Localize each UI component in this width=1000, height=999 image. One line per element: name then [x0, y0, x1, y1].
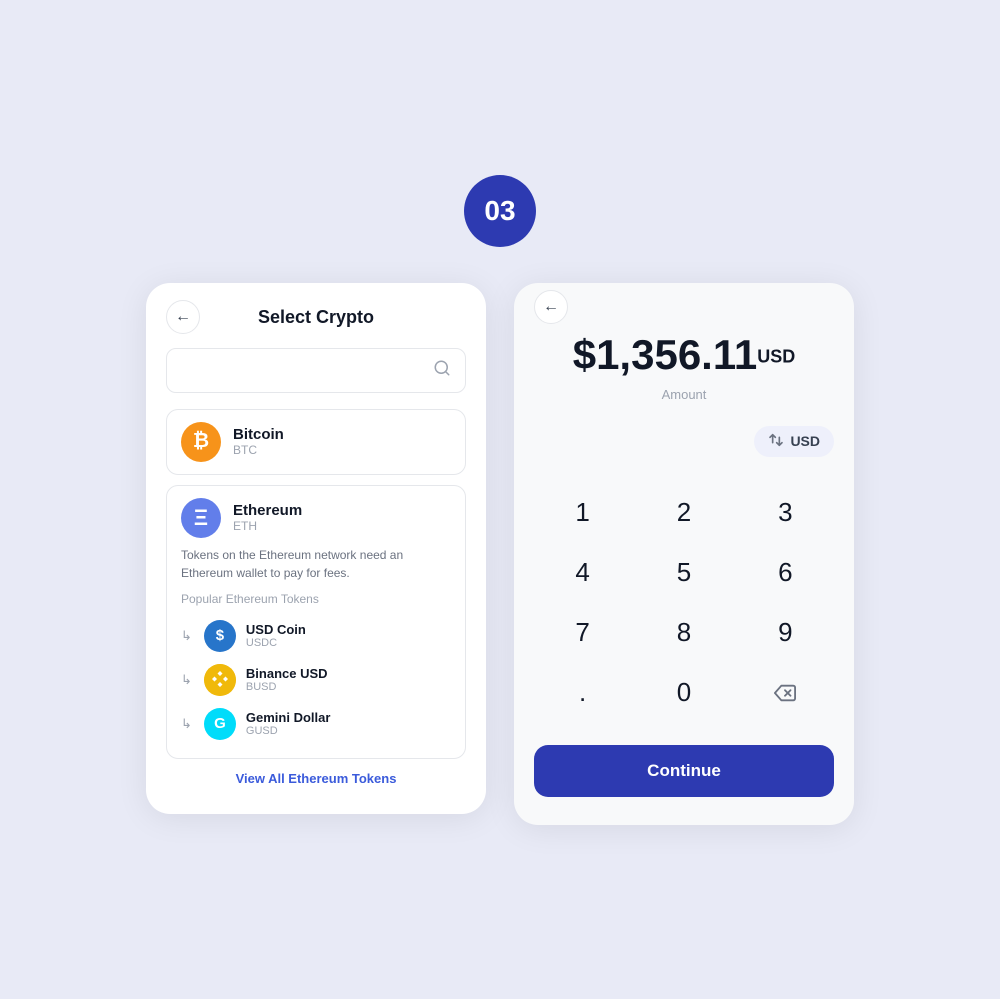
- continue-button[interactable]: Continue: [534, 745, 834, 797]
- numpad-0[interactable]: 0: [635, 665, 732, 721]
- ethereum-main-row: Ethereum ETH: [181, 498, 451, 538]
- gusd-arrow-icon: ↳: [181, 716, 192, 732]
- usdc-name: USD Coin: [246, 622, 306, 637]
- busd-info: Binance USD BUSD: [246, 666, 328, 693]
- amount-display: $1,356.11USD: [534, 331, 834, 379]
- btc-symbol-icon: [193, 430, 209, 453]
- usdc-arrow-icon: ↳: [181, 628, 192, 644]
- ethereum-icon: [181, 498, 221, 538]
- gusd-name: Gemini Dollar: [246, 710, 331, 725]
- search-icon: [433, 359, 451, 382]
- screens-container: ← Select Crypto Bitcoin BTC: [146, 283, 854, 825]
- busd-icon: [204, 664, 236, 696]
- usdc-icon: [204, 620, 236, 652]
- bitcoin-icon: [181, 422, 221, 462]
- numpad-dot[interactable]: .: [534, 665, 631, 721]
- gusd-ticker: GUSD: [246, 725, 331, 737]
- amount-currency-superscript: USD: [757, 346, 795, 366]
- select-crypto-screen: ← Select Crypto Bitcoin BTC: [146, 283, 486, 814]
- bitcoin-info: Bitcoin BTC: [233, 426, 284, 457]
- search-container: [166, 348, 466, 393]
- usdc-ticker: USDC: [246, 637, 306, 649]
- step-badge: 03: [464, 175, 536, 247]
- swap-icon: [768, 432, 784, 451]
- currency-toggle-button[interactable]: USD: [754, 426, 834, 457]
- left-back-button[interactable]: ←: [166, 300, 200, 334]
- numpad-1[interactable]: 1: [534, 485, 631, 541]
- busd-item[interactable]: ↳ Binance USD BUSD: [181, 658, 451, 702]
- right-back-button[interactable]: ←: [534, 290, 568, 324]
- usdc-info: USD Coin USDC: [246, 622, 306, 649]
- search-input[interactable]: [181, 362, 433, 379]
- numpad: 1 2 3 4 5 6 7 8 9 . 0: [534, 485, 834, 721]
- bitcoin-ticker: BTC: [233, 443, 284, 457]
- numpad-7[interactable]: 7: [534, 605, 631, 661]
- busd-name: Binance USD: [246, 666, 328, 681]
- popular-tokens-label: Popular Ethereum Tokens: [181, 592, 451, 606]
- busd-ticker: BUSD: [246, 681, 328, 693]
- numpad-2[interactable]: 2: [635, 485, 732, 541]
- usdc-item[interactable]: ↳ USD Coin USDC: [181, 614, 451, 658]
- bitcoin-item[interactable]: Bitcoin BTC: [166, 409, 466, 475]
- eth-symbol-icon: [194, 505, 208, 531]
- amount-value: $1,356.11: [573, 331, 758, 378]
- currency-badge-label: USD: [790, 433, 820, 449]
- numpad-backspace-button[interactable]: [737, 665, 834, 721]
- ethereum-description: Tokens on the Ethereum network need an E…: [181, 546, 451, 582]
- ethereum-name: Ethereum: [233, 502, 302, 519]
- gusd-symbol: [214, 715, 226, 732]
- left-screen-header: ← Select Crypto: [166, 307, 466, 328]
- left-back-arrow: ←: [175, 308, 191, 326]
- numpad-3[interactable]: 3: [737, 485, 834, 541]
- gusd-info: Gemini Dollar GUSD: [246, 710, 331, 737]
- ethereum-section: Ethereum ETH Tokens on the Ethereum netw…: [166, 485, 466, 759]
- ethereum-ticker: ETH: [233, 519, 302, 533]
- numpad-6[interactable]: 6: [737, 545, 834, 601]
- numpad-9[interactable]: 9: [737, 605, 834, 661]
- usdc-symbol: [216, 627, 224, 644]
- numpad-4[interactable]: 4: [534, 545, 631, 601]
- numpad-8[interactable]: 8: [635, 605, 732, 661]
- amount-label: Amount: [534, 387, 834, 402]
- ethereum-info: Ethereum ETH: [233, 502, 302, 533]
- numpad-5[interactable]: 5: [635, 545, 732, 601]
- currency-toggle-area: USD: [534, 426, 834, 457]
- bitcoin-name: Bitcoin: [233, 426, 284, 443]
- left-screen-title: Select Crypto: [258, 307, 374, 328]
- gusd-icon: [204, 708, 236, 740]
- busd-arrow-icon: ↳: [181, 672, 192, 688]
- gusd-item[interactable]: ↳ Gemini Dollar GUSD: [181, 702, 451, 746]
- amount-screen: ← $1,356.11USD Amount USD 1 2 3 4 5 6: [514, 283, 854, 825]
- right-back-arrow: ←: [543, 298, 559, 316]
- step-number: 03: [484, 195, 515, 227]
- view-all-button[interactable]: View All Ethereum Tokens: [166, 771, 466, 786]
